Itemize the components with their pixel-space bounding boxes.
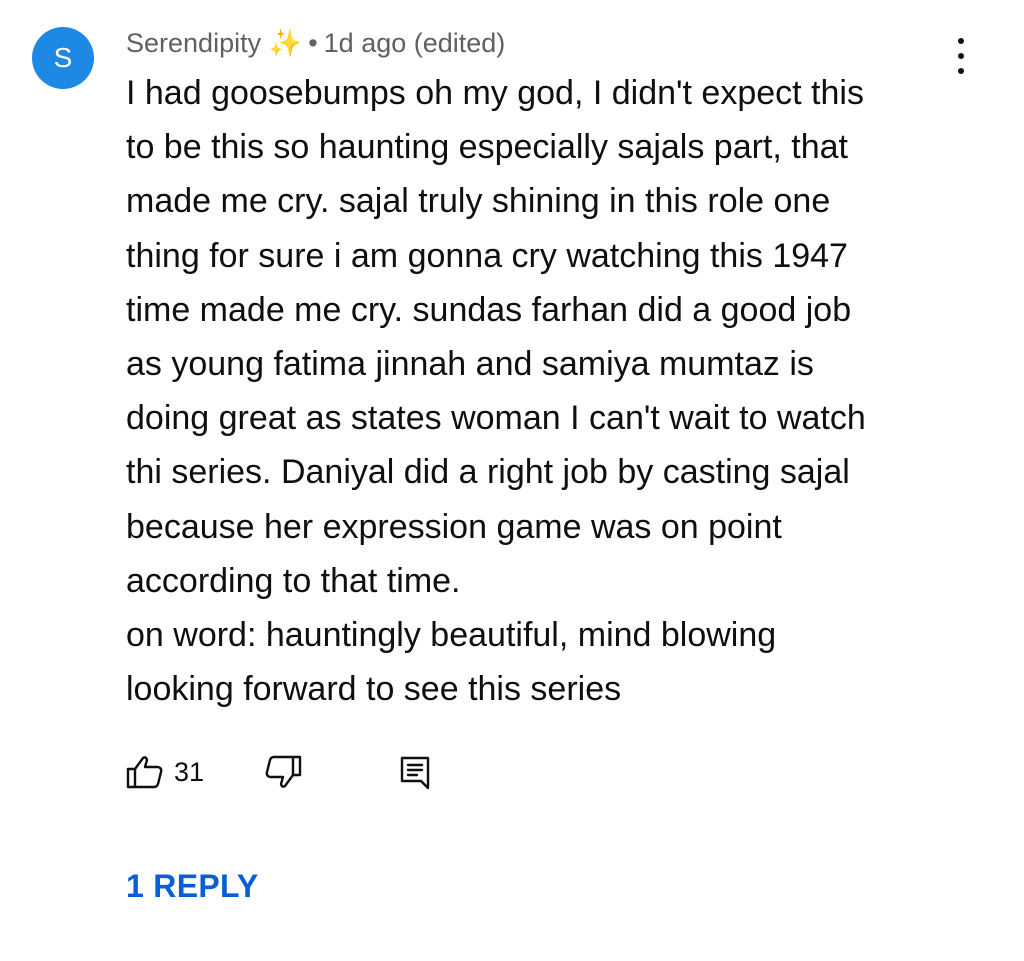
avatar[interactable]: S <box>32 27 94 89</box>
like-count: 31 <box>174 756 205 787</box>
header-separator: • <box>308 28 318 58</box>
reply-comment-icon <box>400 756 430 790</box>
view-replies-button[interactable]: 1 REPLY <box>126 866 259 906</box>
comment-line: as young fatima jinnah and samiya mumtaz… <box>126 345 814 384</box>
comment-line: thi series. Daniyal did a right job by c… <box>126 453 850 492</box>
comment-actions: 31 <box>126 752 432 792</box>
comment-line: time made me cry. sundas farhan did a go… <box>126 290 852 329</box>
comment-line: made me cry. sajal truly shining in this… <box>126 182 831 221</box>
comment-line: according to that time. <box>126 561 461 600</box>
comment-line: thing for sure i am gonna cry watching t… <box>126 236 848 275</box>
reply-button[interactable] <box>398 754 432 790</box>
thumb-down-icon <box>265 755 302 788</box>
author-name[interactable]: Serendipity ✨ <box>126 28 302 58</box>
comment-line: looking forward to see this series <box>126 670 622 709</box>
dislike-button[interactable] <box>264 754 302 790</box>
comment-line: because her expression game was on point <box>126 507 782 546</box>
comment-line: on word: hauntingly beautiful, mind blow… <box>126 616 777 655</box>
thumb-up-icon <box>126 756 163 789</box>
comment-line: to be this so haunting especially sajals… <box>126 128 848 167</box>
avatar-letter: S <box>53 42 73 73</box>
comment-line: doing great as states woman I can't wait… <box>126 399 866 438</box>
like-button[interactable]: 31 <box>126 754 204 790</box>
comment-line: I had goosebumps oh my god, I didn't exp… <box>126 74 864 112</box>
comment-text: I had goosebumps oh my god, I didn't exp… <box>126 66 956 716</box>
comment-header: Serendipity ✨ • 1d ago (edited) <box>126 26 505 60</box>
comment-time[interactable]: 1d ago (edited) <box>324 28 506 58</box>
